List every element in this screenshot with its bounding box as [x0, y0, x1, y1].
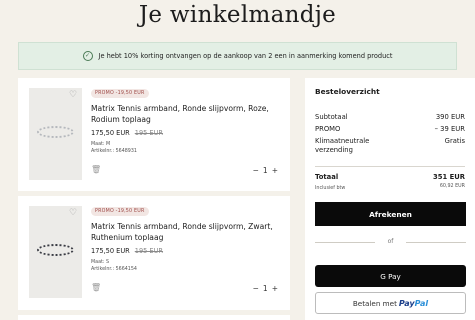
- summary-title: Besteloverzicht: [315, 87, 380, 96]
- trash-icon[interactable]: 🗑: [91, 284, 101, 292]
- subtotal-row: Subtotaal 390 EUR: [315, 113, 465, 122]
- checkout-button[interactable]: Afrekenen: [315, 202, 466, 226]
- product-price: 175,50 EUR 195 EUR: [91, 247, 163, 255]
- shipping-label: Klimaatneutrale verzending: [315, 137, 370, 154]
- shipping-row: Klimaatneutrale verzending Gratis: [315, 137, 465, 155]
- current-price: 175,50 EUR: [91, 129, 130, 137]
- product-name[interactable]: Matrix Tennis armband, Ronde slijpvorm, …: [91, 104, 281, 125]
- product-meta: Maat: S Artikelnr.: 5664154: [91, 260, 137, 273]
- page-title: Je winkelmandje: [138, 2, 337, 28]
- paypal-button[interactable]: Betalen met PayPal: [315, 292, 466, 314]
- quantity-value: 1: [262, 166, 268, 175]
- paypal-logo: PayPal: [398, 298, 429, 308]
- decrease-button[interactable]: −: [253, 166, 259, 175]
- promo-value: – 39 EUR: [434, 125, 465, 133]
- old-price: 195 EUR: [134, 129, 164, 137]
- product-image[interactable]: ♡: [29, 88, 82, 180]
- product-name[interactable]: Matrix Tennis armband, Ronde slijpvorm, …: [91, 222, 281, 243]
- banner-text: Je hebt 10% korting ontvangen op de aank…: [98, 52, 393, 60]
- cart-item-partial: [18, 315, 290, 320]
- shipping-value: Gratis: [444, 137, 465, 145]
- promo-badge: PROMO -19,50 EUR: [91, 89, 149, 98]
- promo-row: PROMO – 39 EUR: [315, 125, 465, 134]
- total-row: Totaal 351 EUR: [315, 173, 465, 182]
- product-article-number: Artikelnr.: 5664154: [91, 266, 137, 272]
- cart-item: ♡ PROMO -19,50 EUR Matrix Tennis armband…: [18, 196, 290, 310]
- cart-item: ♡ PROMO -19,50 EUR Matrix Tennis armband…: [18, 78, 290, 191]
- product-price: 175,50 EUR 195 EUR: [91, 129, 163, 137]
- subtotal-label: Subtotaal: [315, 113, 348, 121]
- heart-icon[interactable]: ♡: [69, 209, 77, 218]
- or-separator: of: [315, 238, 466, 245]
- promo-badge: PROMO -19,50 EUR: [91, 207, 149, 216]
- promo-label: PROMO: [315, 125, 341, 133]
- check-circle-icon: ✓: [82, 51, 93, 61]
- quantity-stepper: − 1 +: [253, 284, 278, 293]
- quantity-value: 1: [262, 284, 268, 293]
- heart-icon[interactable]: ♡: [69, 91, 77, 100]
- total-value: 351 EUR: [433, 173, 465, 181]
- trash-icon[interactable]: 🗑: [91, 166, 101, 174]
- product-meta: Maat: M Artikelnr.: 5648931: [91, 142, 137, 155]
- vat-label: Inclusief btw: [315, 186, 346, 191]
- vat-value: 60,92 EUR: [439, 184, 465, 189]
- bracelet-pink-image: [37, 126, 74, 138]
- product-image[interactable]: ♡: [29, 206, 82, 298]
- old-price: 195 EUR: [134, 247, 164, 255]
- google-pay-button[interactable]: G Pay: [315, 265, 466, 287]
- increase-button[interactable]: +: [272, 284, 278, 293]
- product-article-number: Artikelnr.: 5648931: [91, 148, 137, 154]
- summary-divider: [315, 166, 465, 167]
- quantity-stepper: − 1 +: [253, 166, 278, 175]
- total-label: Totaal: [315, 173, 339, 181]
- increase-button[interactable]: +: [272, 166, 278, 175]
- decrease-button[interactable]: −: [253, 284, 259, 293]
- paypal-prefix: Betalen met: [352, 298, 397, 308]
- current-price: 175,50 EUR: [91, 247, 130, 255]
- vat-row: Inclusief btw 60,92 EUR: [315, 184, 465, 193]
- order-summary: Besteloverzicht Subtotaal 390 EUR PROMO …: [305, 78, 475, 320]
- discount-banner: ✓ Je hebt 10% korting ontvangen op de aa…: [18, 42, 457, 70]
- bracelet-black-image: [37, 244, 74, 256]
- subtotal-value: 390 EUR: [435, 113, 465, 121]
